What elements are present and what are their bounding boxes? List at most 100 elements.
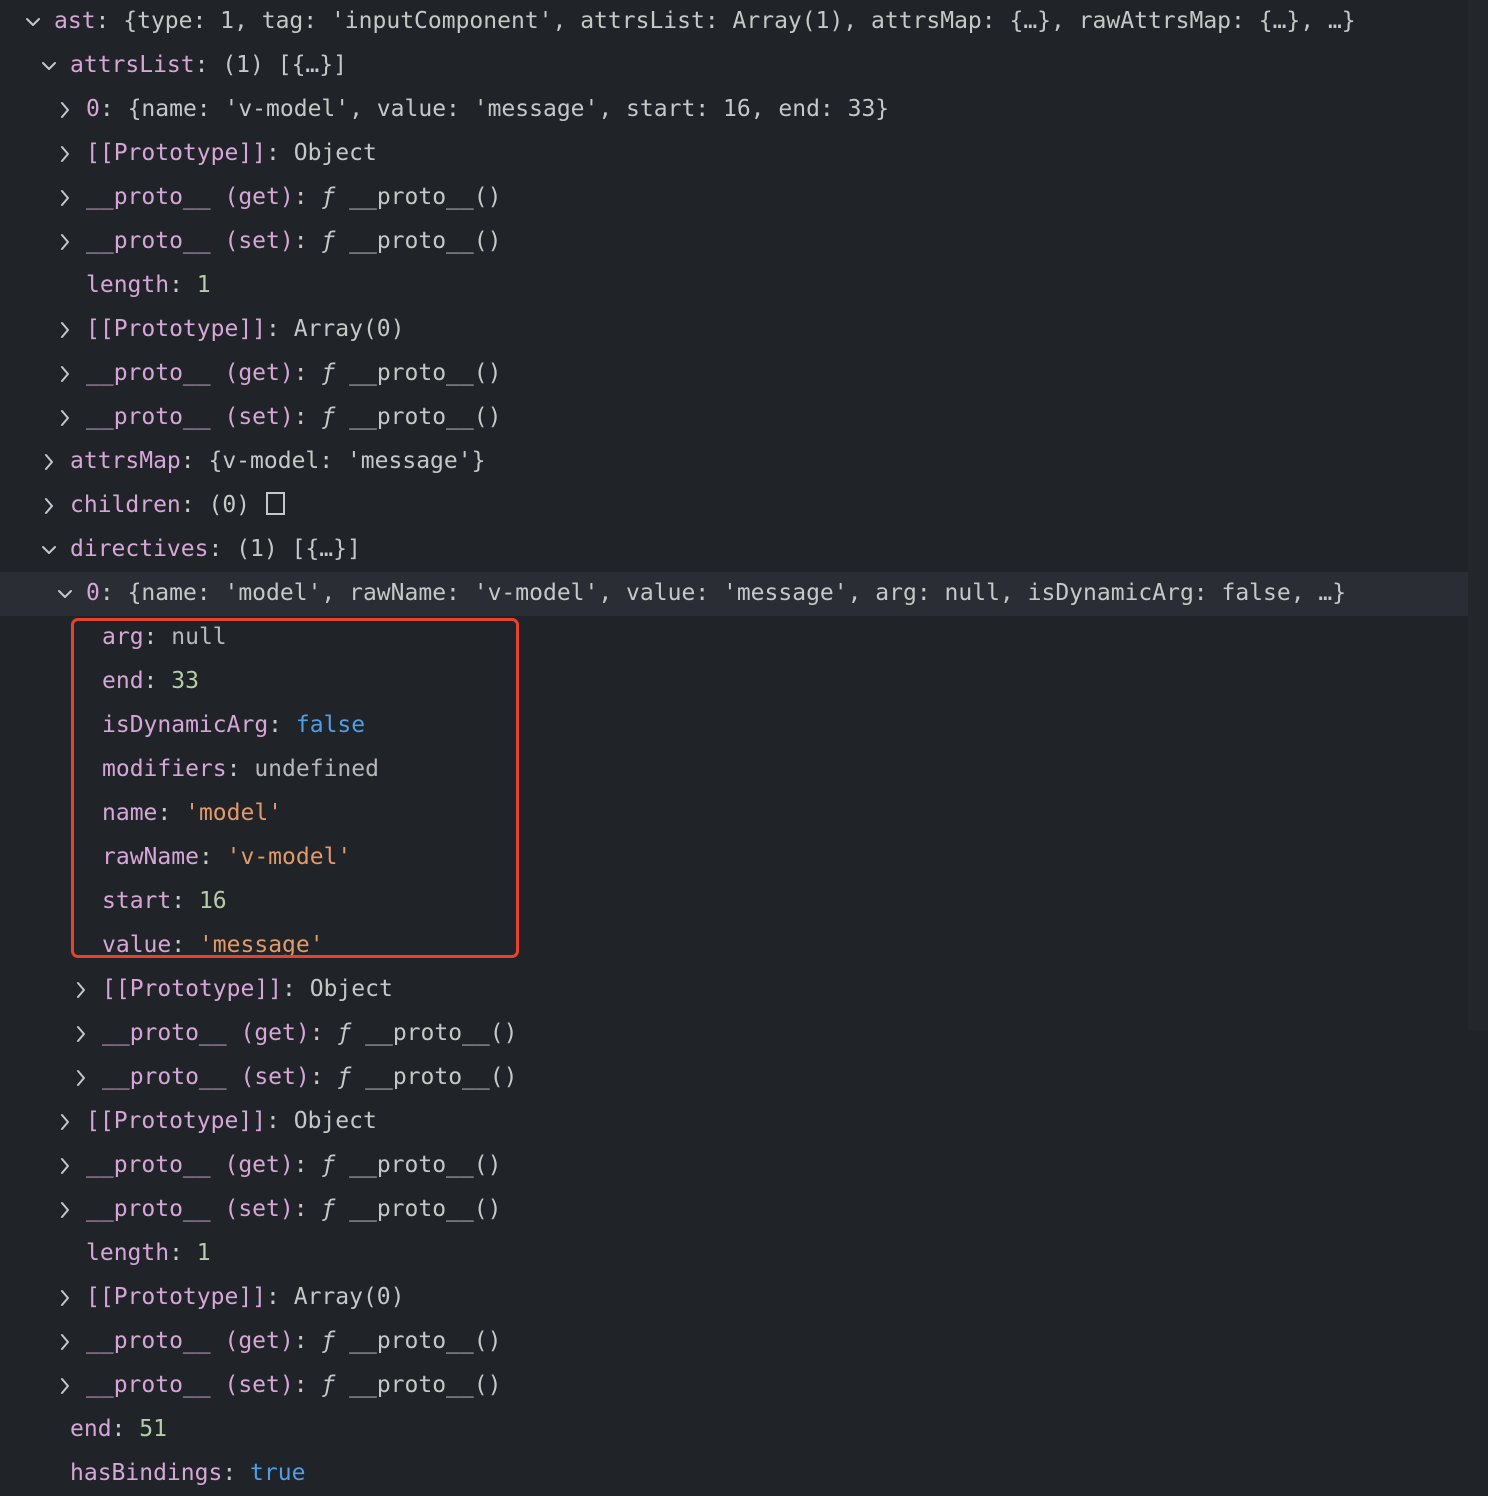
property-key: hasBindings — [70, 1460, 223, 1486]
tree-row-content: __proto__ (get): ƒ __proto__() — [86, 1144, 501, 1186]
tree-row[interactable]: __proto__ (set): ƒ __proto__() — [0, 396, 1468, 440]
chevron-right-icon[interactable] — [54, 407, 76, 429]
object-preview: (1) [{…}] — [236, 536, 361, 562]
key-separator: : — [198, 844, 227, 870]
object-preview: {type: 1, tag: 'inputComponent', attrsLi… — [123, 8, 1356, 34]
tree-row[interactable]: 0: {name: 'v-model', value: 'message', s… — [0, 88, 1468, 132]
tree-row[interactable]: [[Prototype]]: Array(0) — [0, 308, 1468, 352]
tree-row[interactable]: __proto__ (set): ƒ __proto__() — [0, 220, 1468, 264]
scrollbar[interactable] — [1468, 0, 1488, 1030]
key-separator: : — [111, 1416, 140, 1442]
function-icon: ƒ — [321, 404, 336, 430]
chevron-right-icon[interactable] — [54, 1155, 76, 1177]
tree-row: isDynamicArg: false — [0, 704, 1468, 748]
property-key: [[Prototype]] — [102, 976, 283, 1002]
tree-row[interactable]: ast: {type: 1, tag: 'inputComponent', at… — [0, 0, 1468, 44]
function-icon: ƒ — [321, 184, 336, 210]
chevron-right-icon[interactable] — [54, 99, 76, 121]
chevron-right-icon[interactable] — [70, 1067, 92, 1089]
key-separator: : — [169, 1240, 197, 1266]
function-icon: ƒ — [321, 228, 336, 254]
key-separator: : — [309, 1020, 338, 1046]
tree-row-content: __proto__ (set): ƒ __proto__() — [86, 220, 501, 262]
key-separator: : — [293, 404, 322, 430]
tree-row-content: [[Prototype]]: Object — [86, 1100, 377, 1142]
property-key: 0 — [86, 580, 100, 606]
property-key: length — [86, 272, 170, 298]
chevron-right-icon[interactable] — [38, 451, 60, 473]
string-value: 'model' — [185, 800, 283, 826]
tree-row[interactable]: [[Prototype]]: Object — [0, 968, 1468, 1012]
tree-row-content: start: 16 — [102, 880, 227, 922]
property-value: Object — [293, 140, 377, 166]
chevron-right-icon[interactable] — [54, 187, 76, 209]
tree-row-content: children: (0) — [70, 484, 285, 526]
chevron-right-icon[interactable] — [54, 1375, 76, 1397]
chevron-right-icon[interactable] — [70, 1023, 92, 1045]
tree-row[interactable]: __proto__ (get): ƒ __proto__() — [0, 1144, 1468, 1188]
chevron-down-icon[interactable] — [38, 55, 60, 77]
property-value: Object — [309, 976, 393, 1002]
tree-row-content: __proto__ (set): ƒ __proto__() — [86, 1188, 501, 1230]
chevron-right-icon[interactable] — [54, 143, 76, 165]
key-separator: : — [143, 668, 172, 694]
tree-row[interactable]: children: (0) — [0, 484, 1468, 528]
chevron-right-icon[interactable] — [54, 1111, 76, 1133]
tree-row[interactable]: attrsList: (1) [{…}] — [0, 44, 1468, 88]
key-separator: : — [293, 1372, 322, 1398]
chevron-down-icon[interactable] — [54, 583, 76, 605]
tree-row[interactable]: 0: {name: 'model', rawName: 'v-model', v… — [0, 572, 1488, 616]
key-separator: : — [99, 580, 128, 606]
function-icon: ƒ — [321, 1372, 336, 1398]
tree-row-content: rawName: 'v-model' — [102, 836, 351, 878]
tree-row[interactable]: attrsMap: {v-model: 'message'} — [0, 440, 1468, 484]
tree-row[interactable]: directives: (1) [{…}] — [0, 528, 1468, 572]
tree-row[interactable]: __proto__ (get): ƒ __proto__() — [0, 1012, 1468, 1056]
key-separator: : — [180, 492, 209, 518]
chevron-right-icon[interactable] — [54, 1287, 76, 1309]
chevron-down-icon[interactable] — [38, 539, 60, 561]
tree-row[interactable]: [[Prototype]]: Object — [0, 1100, 1468, 1144]
tree-row[interactable]: [[Prototype]]: Array(0) — [0, 1276, 1468, 1320]
key-separator: : — [309, 1064, 338, 1090]
chevron-right-icon[interactable] — [54, 1331, 76, 1353]
chevron-right-icon[interactable] — [54, 231, 76, 253]
property-key: 0 — [86, 96, 100, 122]
function-icon: ƒ — [337, 1064, 352, 1090]
tree-row[interactable]: __proto__ (set): ƒ __proto__() — [0, 1364, 1468, 1408]
key-separator: : — [293, 360, 322, 386]
property-key: [[Prototype]] — [86, 316, 267, 342]
chevron-down-icon[interactable] — [22, 11, 44, 33]
key-separator: : — [169, 272, 197, 298]
key-separator: : — [157, 800, 186, 826]
tree-row-content: name: 'model' — [102, 792, 282, 834]
function-icon: ƒ — [321, 1152, 336, 1178]
key-separator: : — [208, 536, 237, 562]
string-value: 'message' — [198, 932, 324, 958]
property-key: end — [102, 668, 144, 694]
chevron-right-icon[interactable] — [38, 495, 60, 517]
property-key: __proto__ (get) — [86, 184, 294, 210]
tree-row: hasBindings: true — [0, 1452, 1468, 1496]
tree-row[interactable]: __proto__ (get): ƒ __proto__() — [0, 176, 1468, 220]
function-value: __proto__() — [335, 360, 502, 386]
function-icon: ƒ — [337, 1020, 352, 1046]
tree-row[interactable]: __proto__ (set): ƒ __proto__() — [0, 1056, 1468, 1100]
tree-row-content: ast: {type: 1, tag: 'inputComponent', at… — [54, 0, 1356, 42]
tree-row[interactable]: __proto__ (get): ƒ __proto__() — [0, 1320, 1468, 1364]
property-key: __proto__ (get) — [86, 360, 294, 386]
null-value: null — [171, 624, 227, 650]
key-separator: : — [180, 448, 209, 474]
chevron-right-icon[interactable] — [70, 979, 92, 1001]
property-key: [[Prototype]] — [86, 1108, 267, 1134]
chevron-right-icon[interactable] — [54, 363, 76, 385]
chevron-right-icon[interactable] — [54, 1199, 76, 1221]
tree-row[interactable]: __proto__ (get): ƒ __proto__() — [0, 352, 1468, 396]
property-key: __proto__ (set) — [86, 1196, 294, 1222]
tree-row: length: 1 — [0, 264, 1468, 308]
tree-row[interactable]: [[Prototype]]: Object — [0, 132, 1468, 176]
tree-row[interactable]: __proto__ (set): ƒ __proto__() — [0, 1188, 1468, 1232]
function-value: __proto__() — [351, 1064, 518, 1090]
key-separator: : — [171, 888, 199, 914]
chevron-right-icon[interactable] — [54, 319, 76, 341]
